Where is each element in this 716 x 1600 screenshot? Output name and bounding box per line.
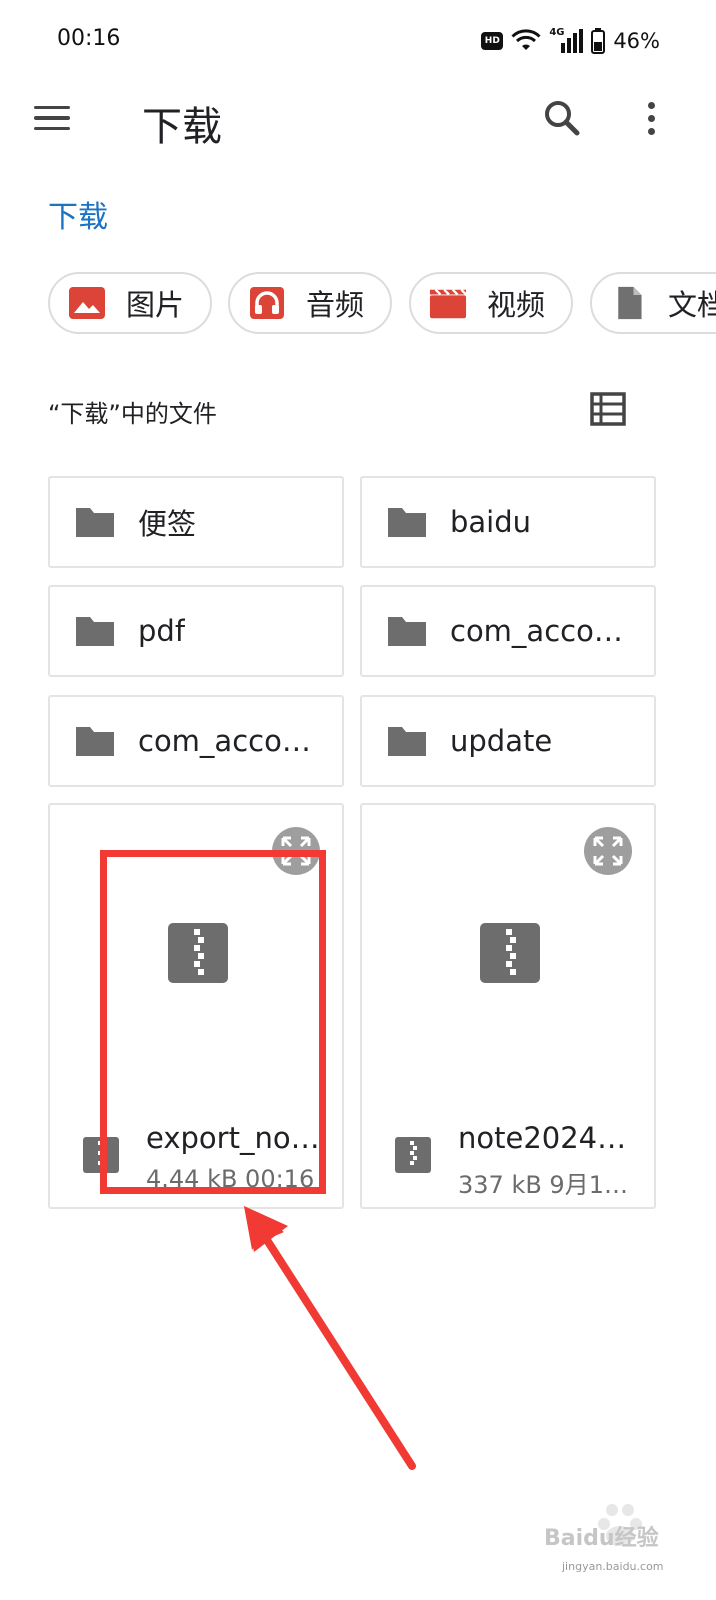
search-icon[interactable] [540,96,584,140]
folder-icon [388,727,426,756]
battery-icon [591,28,606,54]
list-view-icon[interactable] [590,392,626,426]
menu-icon[interactable] [34,100,76,136]
folder-name: com_acco… [450,614,623,648]
category-chips: 图片 音频 视频 文档 [48,272,716,336]
chip-images[interactable]: 图片 [48,272,212,334]
zip-icon [83,1137,119,1173]
document-icon [618,286,642,320]
folder-icon [76,727,114,756]
chip-label: 文档 [668,288,716,322]
chip-label: 图片 [126,288,185,322]
image-icon [69,287,105,319]
folder-card[interactable]: com_acco… [48,695,344,787]
cell-signal-icon: 4G [549,27,584,53]
zip-icon [480,923,540,983]
folder-icon [388,617,426,646]
folder-name: pdf [138,614,186,648]
status-icons: HD 4G 46% [481,26,660,56]
watermark-url: jingyan.baidu.com [562,1560,664,1573]
battery-percentage: 46% [613,29,660,53]
app-bar: 下载 [0,80,716,160]
expand-icon[interactable] [584,827,632,875]
status-time: 00:16 [57,26,121,51]
breadcrumb[interactable]: 下载 [48,192,108,236]
page-title: 下载 [142,104,222,150]
file-meta: 337 kB 9月1… [458,1171,628,1199]
folder-icon [76,617,114,646]
zip-icon [395,1137,431,1173]
folder-icon [388,508,426,537]
folder-icon [76,508,114,537]
more-vert-icon[interactable] [636,96,666,140]
annotation-arrow [244,1206,416,1470]
file-name: export_not… [146,1121,324,1155]
wifi-icon [511,29,541,50]
chip-label: 音频 [306,288,365,322]
chip-documents[interactable]: 文档 [590,272,716,334]
chip-video[interactable]: 视频 [409,272,573,334]
file-meta: 4.44 kB 00:16 [146,1165,315,1193]
hd-icon: HD [481,32,504,50]
watermark-brand: Baidu经验 [544,1526,659,1551]
folder-card[interactable]: 便签 [48,476,344,568]
file-card[interactable]: export_not… 4.44 kB 00:16 [48,803,344,1209]
folder-card[interactable]: com_acco… [360,585,656,677]
file-card[interactable]: note2024-… 337 kB 9月1… [360,803,656,1209]
zip-icon [168,923,228,983]
folder-name: 便签 [138,507,197,541]
status-bar: 00:16 HD 4G 46% [0,0,716,80]
headphones-icon [250,287,284,319]
folder-name: baidu [450,505,532,539]
section-title: “下载”中的文件 [48,400,217,428]
file-name: note2024-… [458,1121,636,1155]
folder-card[interactable]: baidu [360,476,656,568]
folder-card[interactable]: pdf [48,585,344,677]
chip-label: 视频 [487,288,546,322]
folder-name: update [450,724,553,758]
chip-audio[interactable]: 音频 [228,272,392,334]
folder-card[interactable]: update [360,695,656,787]
expand-icon[interactable] [272,827,320,875]
video-icon [429,288,467,319]
folder-name: com_acco… [138,724,311,758]
